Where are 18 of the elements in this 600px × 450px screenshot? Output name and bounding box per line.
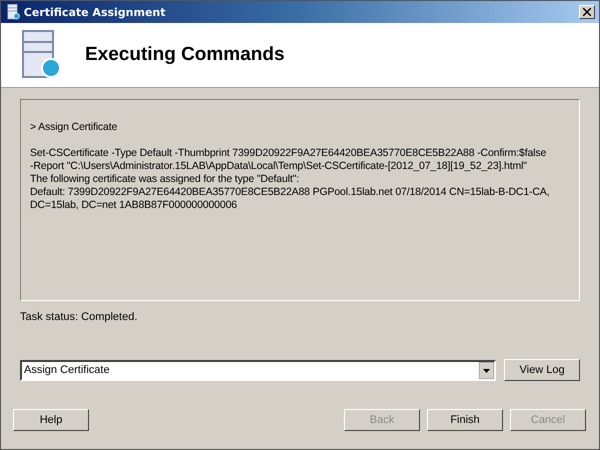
close-icon bbox=[583, 8, 591, 16]
view-log-button[interactable]: View Log bbox=[504, 359, 580, 381]
server-icon bbox=[21, 30, 61, 80]
dropdown-arrow-icon bbox=[479, 362, 494, 378]
task-status: Task status: Completed. bbox=[20, 311, 138, 323]
output-line: Set-CSCertificate -Type Default -Thumbprint 7399D20922F9A27E64420BEA35770E8CE5B22A88 -Confirm:$false bbox=[30, 147, 546, 160]
dialog-button[interactable]: Help bbox=[13, 409, 89, 431]
task-dropdown[interactable]: Assign Certificate bbox=[20, 360, 496, 380]
output-line: DC=15lab, DC=net 1AB8B87F000000000006 bbox=[30, 199, 237, 212]
dialog-button[interactable]: Finish bbox=[427, 409, 503, 431]
output-line: -Report "C:\Users\Administrator.15LAB\AppData\Local\Temp\Set-CSCertificate-[2012_07_18][19_52_23].html" bbox=[30, 160, 527, 173]
output-line: The following certificate was assigned for the type "Default": bbox=[30, 173, 299, 186]
output-line: Default: 7399D20922F9A27E64420BEA35770E8CE5B22A88 PGPool.15lab.net 07/18/2014 CN=15lab-B-DC1-CA, bbox=[30, 186, 550, 199]
output-line: > Assign Certificate bbox=[30, 121, 118, 134]
server-icon bbox=[7, 4, 20, 20]
close-button[interactable] bbox=[579, 5, 595, 19]
window-title: Certificate Assignment bbox=[24, 6, 167, 18]
page-heading: Executing Commands bbox=[85, 44, 285, 66]
